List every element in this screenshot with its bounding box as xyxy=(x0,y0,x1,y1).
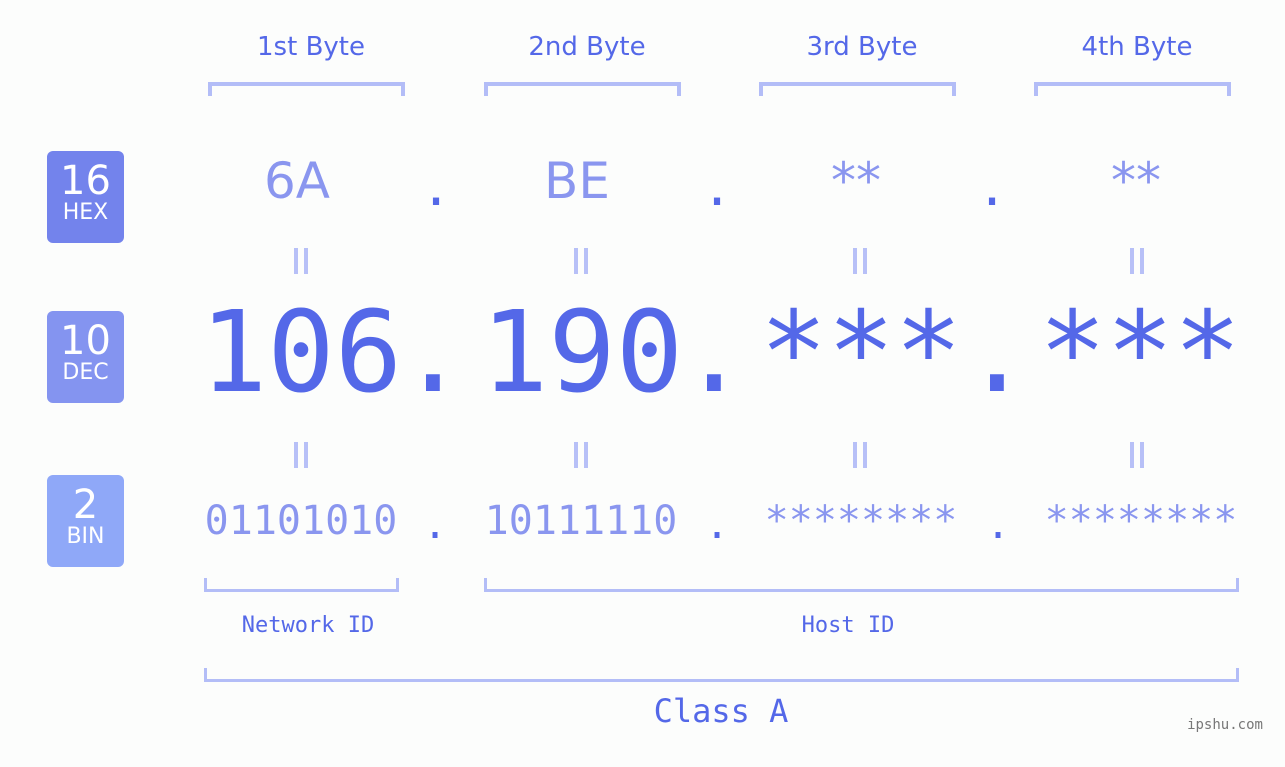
bin-badge-number: 2 xyxy=(72,482,99,528)
byte-bracket-3 xyxy=(759,82,956,96)
network-id-bracket xyxy=(204,578,399,592)
watermark: ipshu.com xyxy=(1187,717,1263,733)
bin-separator-1: . xyxy=(422,502,448,548)
byte-bracket-4 xyxy=(1034,82,1231,96)
class-bracket xyxy=(204,668,1239,682)
byte-bracket-1 xyxy=(208,82,405,96)
bin-separator-3: . xyxy=(985,502,1011,548)
dec-separator-1: . xyxy=(399,288,467,418)
hex-separator-2: . xyxy=(702,159,733,217)
equals-icon xyxy=(565,248,595,274)
byte-header-1: 1st Byte xyxy=(257,32,365,62)
dec-badge-label: DEC xyxy=(62,360,109,385)
hex-badge: 16 HEX xyxy=(47,151,124,243)
network-id-label: Network ID xyxy=(241,613,375,638)
byte-bracket-2 xyxy=(484,82,681,96)
hex-byte-2: BE xyxy=(544,152,610,210)
hex-separator-3: . xyxy=(977,159,1008,217)
bin-byte-3: ******** xyxy=(764,498,958,544)
dec-byte-2: 190 xyxy=(480,288,684,418)
dec-byte-3: *** xyxy=(759,288,963,418)
equals-icon xyxy=(1121,248,1151,274)
hex-byte-3: ** xyxy=(831,152,881,210)
bin-separator-2: . xyxy=(704,502,730,548)
dec-badge-number: 10 xyxy=(60,318,111,364)
equals-icon xyxy=(844,442,874,468)
byte-header-2: 2nd Byte xyxy=(528,32,646,62)
equals-icon xyxy=(565,442,595,468)
hex-byte-1: 6A xyxy=(263,152,330,210)
equals-icon xyxy=(844,248,874,274)
byte-header-4: 4th Byte xyxy=(1081,32,1193,62)
bin-badge-label: BIN xyxy=(66,524,105,549)
equals-icon xyxy=(285,442,315,468)
hex-badge-number: 16 xyxy=(60,158,111,204)
byte-header-3: 3rd Byte xyxy=(806,32,918,62)
equals-icon xyxy=(1121,442,1151,468)
bin-byte-4: ******** xyxy=(1044,498,1238,544)
dec-byte-4: *** xyxy=(1038,288,1242,418)
hex-badge-label: HEX xyxy=(62,200,109,225)
host-id-label: Host ID xyxy=(801,613,895,638)
dec-badge: 10 DEC xyxy=(47,311,124,403)
dec-separator-2: . xyxy=(680,288,748,418)
hex-separator-1: . xyxy=(421,159,452,217)
host-id-bracket xyxy=(484,578,1239,592)
equals-icon xyxy=(285,248,315,274)
hex-byte-4: ** xyxy=(1111,152,1161,210)
dec-byte-1: 106 xyxy=(199,288,403,418)
bin-byte-1: 01101010 xyxy=(204,498,398,544)
bin-byte-2: 10111110 xyxy=(484,498,678,544)
bin-badge: 2 BIN xyxy=(47,475,124,567)
class-label: Class A xyxy=(653,692,789,730)
dec-separator-3: . xyxy=(963,288,1031,418)
